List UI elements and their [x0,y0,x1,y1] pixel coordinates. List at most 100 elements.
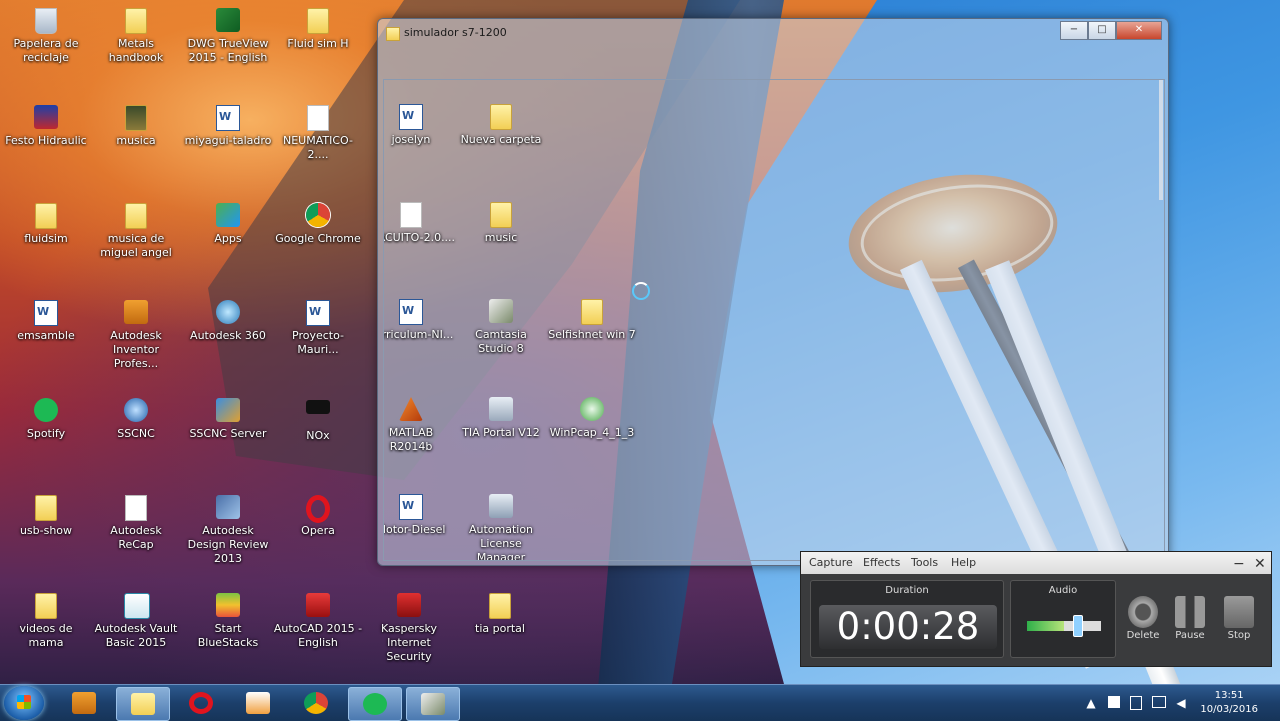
taskbar-chrome[interactable] [290,687,342,719]
folder-icon [35,593,57,619]
desktop-icon-fluid-sim-h[interactable]: Fluid sim H [273,4,363,51]
tray-expand-icon[interactable]: ▲ [1084,696,1098,710]
network-drive-icon[interactable] [1130,696,1142,710]
taskbar-explorer[interactable] [116,687,170,721]
music-folder-icon [125,105,147,131]
taskbar-opera[interactable] [174,687,226,719]
network-icon[interactable] [1152,696,1166,708]
desktop-icon-autodesk-vault[interactable]: Autodesk Vault Basic 2015 [91,589,181,650]
desktop-icon-dwg-trueview[interactable]: DWG TrueView 2015 - English [183,4,273,65]
icon-label: Nueva carpeta [460,133,542,146]
desktop-icon-nox[interactable]: NOx [273,394,363,443]
desktop-icon-musica[interactable]: musica [91,101,181,148]
icon-label: Proyecto-Mauri... [292,329,344,356]
window-item-motor-diesel[interactable]: Motor-Diesel [384,490,456,537]
desktop-icon-festo-hidraulic[interactable]: Festo Hidraulic [1,101,91,148]
recorder-panel[interactable]: Capture Effects Tools Help − ✕ Duration … [800,551,1272,667]
menu-effects[interactable]: Effects [863,556,900,569]
icon-label: Start BlueStacks [197,622,259,649]
desktop-icon-design-review[interactable]: Autodesk Design Review 2013 [183,491,273,566]
desktop-icon-fluidsim[interactable]: fluidsim [1,199,91,246]
delete-button[interactable]: Delete [1121,596,1165,641]
window-item-curriculum[interactable]: curriculum-NI... [384,295,456,342]
bluestacks-icon [216,593,240,617]
explorer-window[interactable]: simulador s7-1200 − □ ✕ joselyn Nueva ca… [377,18,1169,566]
document-icon [125,495,147,521]
desktop-icon-autodesk-recap[interactable]: Autodesk ReCap [91,491,181,552]
desktop-icon-videos-de-mama[interactable]: videos de mama [1,589,91,650]
window-item-circuito[interactable]: CIRCUITO-2.0.... [384,198,456,245]
delete-label: Delete [1126,630,1160,641]
desktop-icon-emsamble[interactable]: emsamble [1,296,91,343]
window-item-winpcap[interactable]: WinPcap_4_1_3 [547,393,637,440]
icon-label: musica de miguel angel [100,232,172,259]
desktop-icon-start-bluestacks[interactable]: Start BlueStacks [183,589,273,650]
window-item-nueva-carpeta[interactable]: Nueva carpeta [456,100,546,147]
window-item-tia-portal[interactable]: TIA Portal V12 [456,393,546,440]
window-item-matlab[interactable]: MATLAB R2014b [384,393,456,454]
desktop-icon-apps[interactable]: Apps [183,199,273,246]
minimize-button[interactable]: − [1060,21,1088,40]
delete-icon [1128,596,1158,628]
audio-volume-slider[interactable] [1073,615,1083,637]
icon-label: videos de mama [19,622,73,649]
camtasia-icon [421,693,445,715]
window-item-joselyn[interactable]: joselyn [384,100,456,147]
menu-capture[interactable]: Capture [809,556,853,569]
desktop-icon-sscnc[interactable]: SSCNC [91,394,181,441]
desktop-icon-spotify[interactable]: Spotify [1,394,91,441]
desktop-icon-google-chrome[interactable]: Google Chrome [273,199,363,246]
taskbar-spotify[interactable] [348,687,402,721]
dwg-trueview-icon [216,8,240,32]
desktop-icon-sscnc-server[interactable]: SSCNC Server [183,394,273,441]
desktop-icon-autodesk-360[interactable]: Autodesk 360 [183,296,273,343]
menu-help[interactable]: Help [951,556,976,569]
chrome-icon [304,692,328,714]
desktop-icon-metals-handbook[interactable]: Metals handbook [91,4,181,65]
winpcap-icon [580,397,604,421]
desktop-icon-neumatico[interactable]: NEUMATICO-2.... [273,101,363,162]
recorder-close-button[interactable]: ✕ [1254,556,1266,572]
desktop-icon-kaspersky[interactable]: Kaspersky Internet Security [364,589,454,664]
scrollbar[interactable] [1159,80,1163,200]
pause-button[interactable]: Pause [1168,596,1212,641]
desktop-icon-autodesk-inventor[interactable]: Autodesk Inventor Profes... [91,296,181,371]
menu-tools[interactable]: Tools [911,556,938,569]
taskbar-inventor[interactable] [58,687,110,719]
desktop-icon-miyagui-taladro[interactable]: miyagui-taladro [183,101,273,148]
start-button[interactable] [4,686,44,720]
desktop-icon-musica-miguel-angel[interactable]: musica de miguel angel [91,199,181,260]
icon-label: Selfishnet win 7 [548,328,636,341]
recorder-menu-bar: Capture Effects Tools Help − ✕ [801,552,1271,574]
maximize-button[interactable]: □ [1088,21,1116,40]
volume-icon[interactable]: ◀ [1174,696,1188,710]
system-tray: ▲ ◀ 13:51 10/03/2016 [1080,685,1280,721]
icon-label: Kaspersky Internet Security [381,622,437,663]
close-button[interactable]: ✕ [1116,21,1162,40]
windows-flag-icon[interactable] [1108,696,1120,708]
spotify-icon [363,693,387,715]
folder-icon [125,8,147,34]
clock[interactable]: 13:51 10/03/2016 [1200,689,1258,717]
window-item-music[interactable]: music [456,198,546,245]
icon-label: WinPcap_4_1_3 [549,426,635,439]
design-review-icon [216,495,240,519]
window-content[interactable]: joselyn Nueva carpeta CIRCUITO-2.0.... m… [383,79,1165,561]
desktop-icon-usb-show[interactable]: usb-show [1,491,91,538]
word-doc-icon [399,299,423,325]
taskbar-media-player[interactable] [232,687,284,719]
recorder-minimize-button[interactable]: − [1233,556,1245,572]
desktop-icon-autocad[interactable]: AutoCAD 2015 - English [273,589,363,650]
window-item-selfishnet[interactable]: Selfishnet win 7 [547,295,637,342]
desktop-icon-opera[interactable]: Opera [273,491,363,538]
window-item-automation-license-manager[interactable]: Automation License Manager [456,490,546,560]
stop-button[interactable]: Stop [1217,596,1261,641]
icon-label: NOx [306,429,330,442]
desktop-icon-proyecto-mauri[interactable]: Proyecto-Mauri... [273,296,363,357]
icon-label: MATLAB R2014b [388,426,434,453]
desktop-icon-recycle-bin[interactable]: Papelera de reciclaje [1,4,91,65]
opera-icon [306,495,330,523]
window-item-camtasia[interactable]: Camtasia Studio 8 [456,295,546,356]
desktop-icon-tia-portal[interactable]: tia portal [455,589,545,636]
taskbar-camtasia[interactable] [406,687,460,721]
